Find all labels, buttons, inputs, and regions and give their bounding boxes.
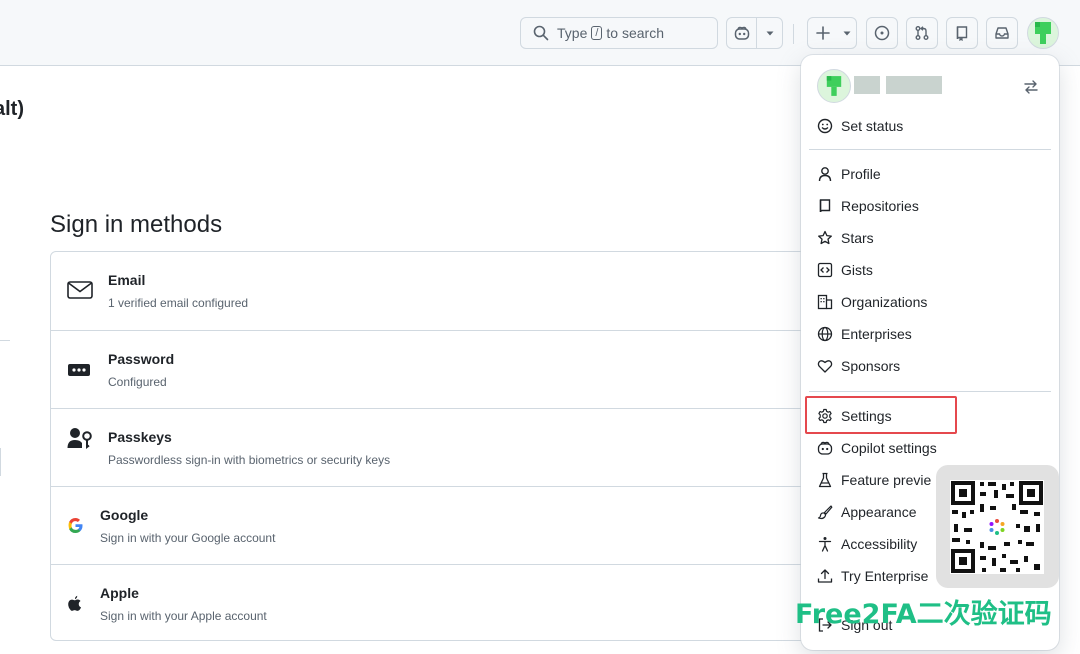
passkey-icon [67, 427, 93, 449]
beaker-icon [817, 472, 833, 488]
search-placeholder-post: to search [606, 25, 665, 41]
menu-divider [809, 391, 1051, 392]
avatar [817, 69, 851, 103]
method-description: Sign in with your Apple account [100, 609, 267, 623]
smiley-icon [817, 118, 833, 134]
left-divider [0, 448, 1, 476]
method-title: Apple [100, 585, 139, 601]
method-passkeys[interactable]: Passkeys Passwordless sign-in with biome… [51, 408, 849, 486]
qr-code-icon [950, 480, 1044, 574]
repositories-button[interactable] [946, 17, 978, 49]
repo-icon [817, 198, 833, 214]
menu-item-stars[interactable]: Stars [809, 223, 1051, 253]
issue-opened-icon [874, 25, 890, 41]
copilot-button[interactable] [727, 18, 756, 48]
menu-item-organizations[interactable]: Organizations [809, 287, 1051, 317]
redacted-username [886, 76, 942, 94]
method-title: Passkeys [108, 429, 172, 445]
inbox-icon [994, 25, 1010, 41]
menu-item-set-status[interactable]: Set status [809, 111, 1051, 141]
avatar-identicon [1033, 21, 1053, 45]
menu-item-label: Accessibility [841, 536, 918, 552]
header-divider [793, 24, 794, 44]
method-title: Password [108, 351, 175, 367]
issues-button[interactable] [866, 17, 898, 49]
person-icon [817, 166, 833, 182]
user-menu-header [817, 69, 1047, 105]
paintbrush-icon [817, 504, 833, 520]
method-password[interactable]: Password Configured [51, 330, 849, 408]
menu-item-label: Organizations [841, 294, 928, 310]
copilot-split-button [726, 17, 783, 49]
settings-highlight-box [805, 396, 957, 434]
search-icon [533, 25, 549, 41]
search-shortcut-key: / [591, 26, 603, 40]
menu-item-label: Enterprises [841, 326, 912, 342]
globe-icon [817, 326, 833, 342]
menu-item-enterprises[interactable]: Enterprises [809, 319, 1051, 349]
redacted-username [854, 76, 880, 94]
mail-icon [67, 280, 93, 300]
menu-item-sponsors[interactable]: Sponsors [809, 351, 1051, 381]
menu-item-gists[interactable]: Gists [809, 255, 1051, 285]
method-description: Configured [108, 375, 167, 389]
method-description: Sign in with your Google account [100, 531, 276, 545]
heart-icon [817, 358, 833, 374]
menu-item-label: Appearance [841, 504, 917, 520]
sign-in-methods-list: Email 1 verified email configured Passwo… [50, 251, 850, 641]
menu-item-label: Try Enterprise [841, 568, 929, 584]
organization-icon [817, 294, 833, 310]
section-title: Sign in methods [50, 211, 223, 238]
pull-requests-button[interactable] [906, 17, 938, 49]
google-icon [67, 517, 84, 534]
create-new-button[interactable] [807, 17, 857, 49]
copilot-icon [734, 25, 750, 41]
watermark-brand: Free2FA二次验证码 [795, 599, 1052, 630]
method-apple[interactable]: Apple Sign in with your Apple account [51, 564, 849, 640]
git-pull-request-icon [914, 25, 930, 41]
copilot-menu-button[interactable] [756, 18, 782, 48]
search-input[interactable]: Type / to search [520, 17, 718, 49]
triangle-down-icon [765, 28, 775, 38]
menu-divider [809, 149, 1051, 150]
menu-item-label: Stars [841, 230, 874, 246]
code-square-icon [817, 262, 833, 278]
menu-item-label: Sponsors [841, 358, 901, 374]
menu-item-copilot-settings[interactable]: Copilot settings [809, 433, 1051, 463]
menu-item-label: Repositories [841, 198, 919, 214]
plus-icon [815, 25, 831, 41]
menu-item-profile[interactable]: Profile [809, 159, 1051, 189]
switch-account-icon[interactable] [1023, 79, 1039, 95]
menu-item-label: Set status [841, 118, 904, 134]
accessibility-icon [817, 536, 833, 552]
inbox-button[interactable] [986, 17, 1018, 49]
method-description: 1 verified email configured [108, 296, 249, 310]
triangle-down-icon [842, 28, 852, 38]
menu-item-label: Gists [841, 262, 873, 278]
star-icon [817, 230, 833, 246]
repo-icon [954, 25, 970, 41]
page-heading: alt) [0, 98, 24, 120]
menu-item-label: Feature previe [841, 472, 932, 488]
method-title: Email [108, 272, 146, 288]
user-avatar-button[interactable] [1027, 17, 1059, 49]
left-divider [0, 340, 10, 341]
apple-icon [67, 595, 82, 612]
search-placeholder-pre: Type [557, 25, 588, 41]
menu-item-label: Profile [841, 166, 881, 182]
menu-item-label: Copilot settings [841, 440, 937, 456]
method-google[interactable]: Google Sign in with your Google account [51, 486, 849, 564]
menu-item-repositories[interactable]: Repositories [809, 191, 1051, 221]
method-description: Passwordless sign-in with biometrics or … [108, 453, 391, 467]
method-title: Google [100, 507, 149, 523]
password-icon [67, 363, 91, 377]
upload-icon [817, 568, 833, 584]
copilot-icon [817, 440, 833, 456]
method-email[interactable]: Email 1 verified email configured [51, 252, 849, 330]
